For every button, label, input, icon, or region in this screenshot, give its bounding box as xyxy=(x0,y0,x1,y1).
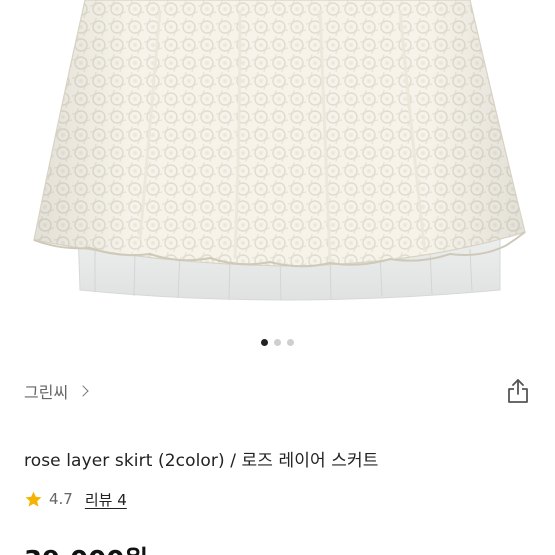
star-icon xyxy=(25,491,42,507)
chevron-right-icon xyxy=(77,385,89,397)
rating-row: 4.7 리뷰 4 xyxy=(24,487,127,511)
shop-row: 그린씨 xyxy=(24,376,531,406)
shop-name: 그린씨 xyxy=(24,383,69,402)
share-button[interactable] xyxy=(505,377,531,405)
shop-link[interactable]: 그린씨 xyxy=(24,379,89,403)
skirt-photo xyxy=(33,0,526,301)
rating-value: 4.7 xyxy=(49,490,73,508)
review-link[interactable]: 리뷰 4 xyxy=(85,489,127,510)
carousel-dot[interactable] xyxy=(287,338,294,346)
carousel-dot[interactable] xyxy=(261,338,268,346)
share-icon xyxy=(508,379,528,403)
product-image[interactable] xyxy=(0,0,555,323)
carousel-dots xyxy=(0,337,555,347)
carousel-dot[interactable] xyxy=(274,338,281,346)
price: 39,000원 xyxy=(24,540,148,555)
product-title: rose layer skirt (2color) / 로즈 레이어 스커트 xyxy=(24,451,379,471)
